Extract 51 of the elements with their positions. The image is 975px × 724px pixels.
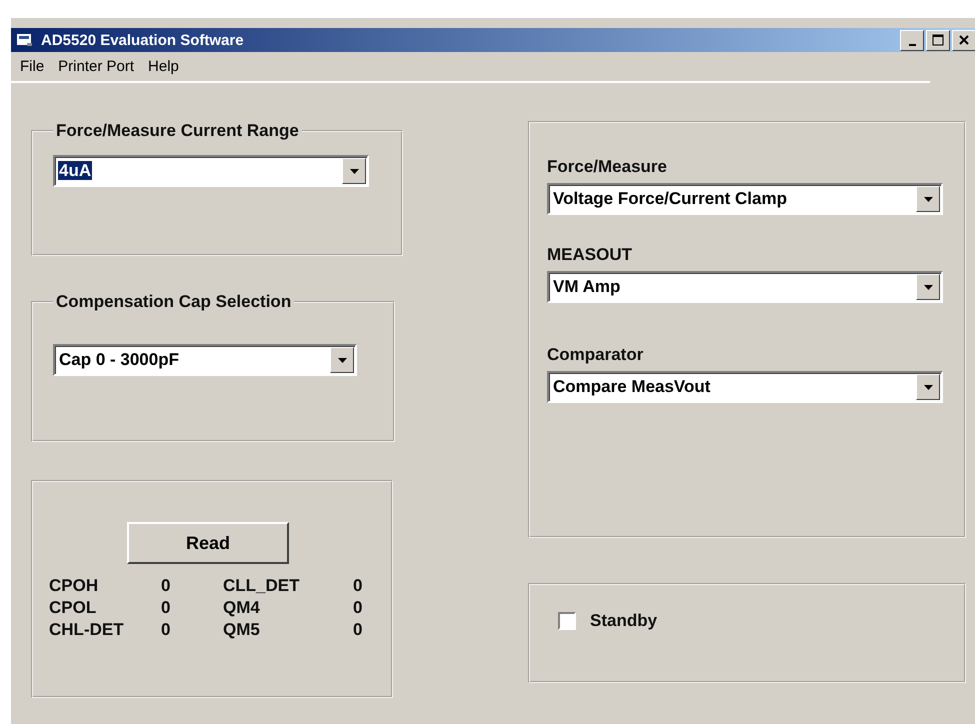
dropdown-value: Compare MeasVout (552, 377, 712, 396)
flag-label: QM5 (223, 620, 261, 640)
minimize-button[interactable] (900, 30, 924, 50)
dropdown-value: 4uA (58, 161, 92, 180)
standby-checkbox[interactable] (558, 612, 576, 630)
flag-label: CPOH (49, 576, 100, 596)
flag-value: 0 (161, 620, 172, 640)
dropdown-arrow-button[interactable] (342, 158, 366, 184)
flag-label: CHL-DET (49, 620, 125, 640)
window-app-icon (17, 33, 33, 47)
field-label: Comparator (547, 345, 644, 365)
caret-icon (350, 168, 358, 174)
field-label: Force/Measure (547, 157, 668, 177)
caret-icon (924, 284, 932, 290)
group-title: Compensation Cap Selection (55, 292, 292, 312)
dropdown-arrow-button[interactable] (916, 374, 940, 400)
menu-item[interactable]: Help (143, 58, 184, 75)
dropdown-arrow-button[interactable] (916, 186, 940, 212)
read-button[interactable]: Read (127, 522, 289, 564)
flag-value: 0 (161, 576, 172, 596)
flag-value: 0 (353, 620, 364, 640)
maximize-button[interactable] (926, 30, 950, 50)
close-button[interactable] (952, 30, 975, 50)
dropdown-field[interactable]: Voltage Force/Current Clamp (547, 183, 943, 215)
caret-icon (338, 358, 346, 362)
caret-icon (924, 196, 932, 202)
flag-value: 0 (353, 576, 364, 596)
close-icon (959, 35, 969, 45)
minimize-icon (908, 44, 916, 46)
dropdown-arrow-button[interactable] (330, 347, 354, 373)
caret-icon (924, 384, 932, 390)
window-title: AD5520 Evaluation Software (41, 32, 245, 48)
dropdown-field[interactable]: 4uA (53, 155, 369, 187)
menu-item[interactable]: File (15, 58, 50, 75)
flag-label: QM4 (223, 598, 261, 618)
flag-label: CLL_DET (223, 576, 300, 596)
flag-value: 0 (353, 598, 364, 618)
menu-item[interactable]: Printer Port (53, 58, 140, 75)
flag-label: CPOL (49, 598, 98, 618)
dropdown-field[interactable]: VM Amp (547, 271, 943, 303)
dropdown-value: Voltage Force/Current Clamp (552, 189, 788, 208)
maximize-icon (932, 34, 944, 46)
group-title: Force/Measure Current Range (55, 121, 300, 141)
flag-value: 0 (161, 598, 172, 618)
dropdown-arrow-button[interactable] (916, 274, 940, 300)
dropdown-value: VM Amp (552, 277, 622, 296)
field-label: MEASOUT (547, 245, 633, 265)
checkbox-label: Standby (590, 611, 658, 631)
dropdown-field[interactable]: Cap 0 - 3000pF (53, 344, 357, 376)
dropdown-value: Cap 0 - 3000pF (58, 350, 180, 369)
dropdown-field[interactable]: Compare MeasVout (547, 371, 943, 403)
